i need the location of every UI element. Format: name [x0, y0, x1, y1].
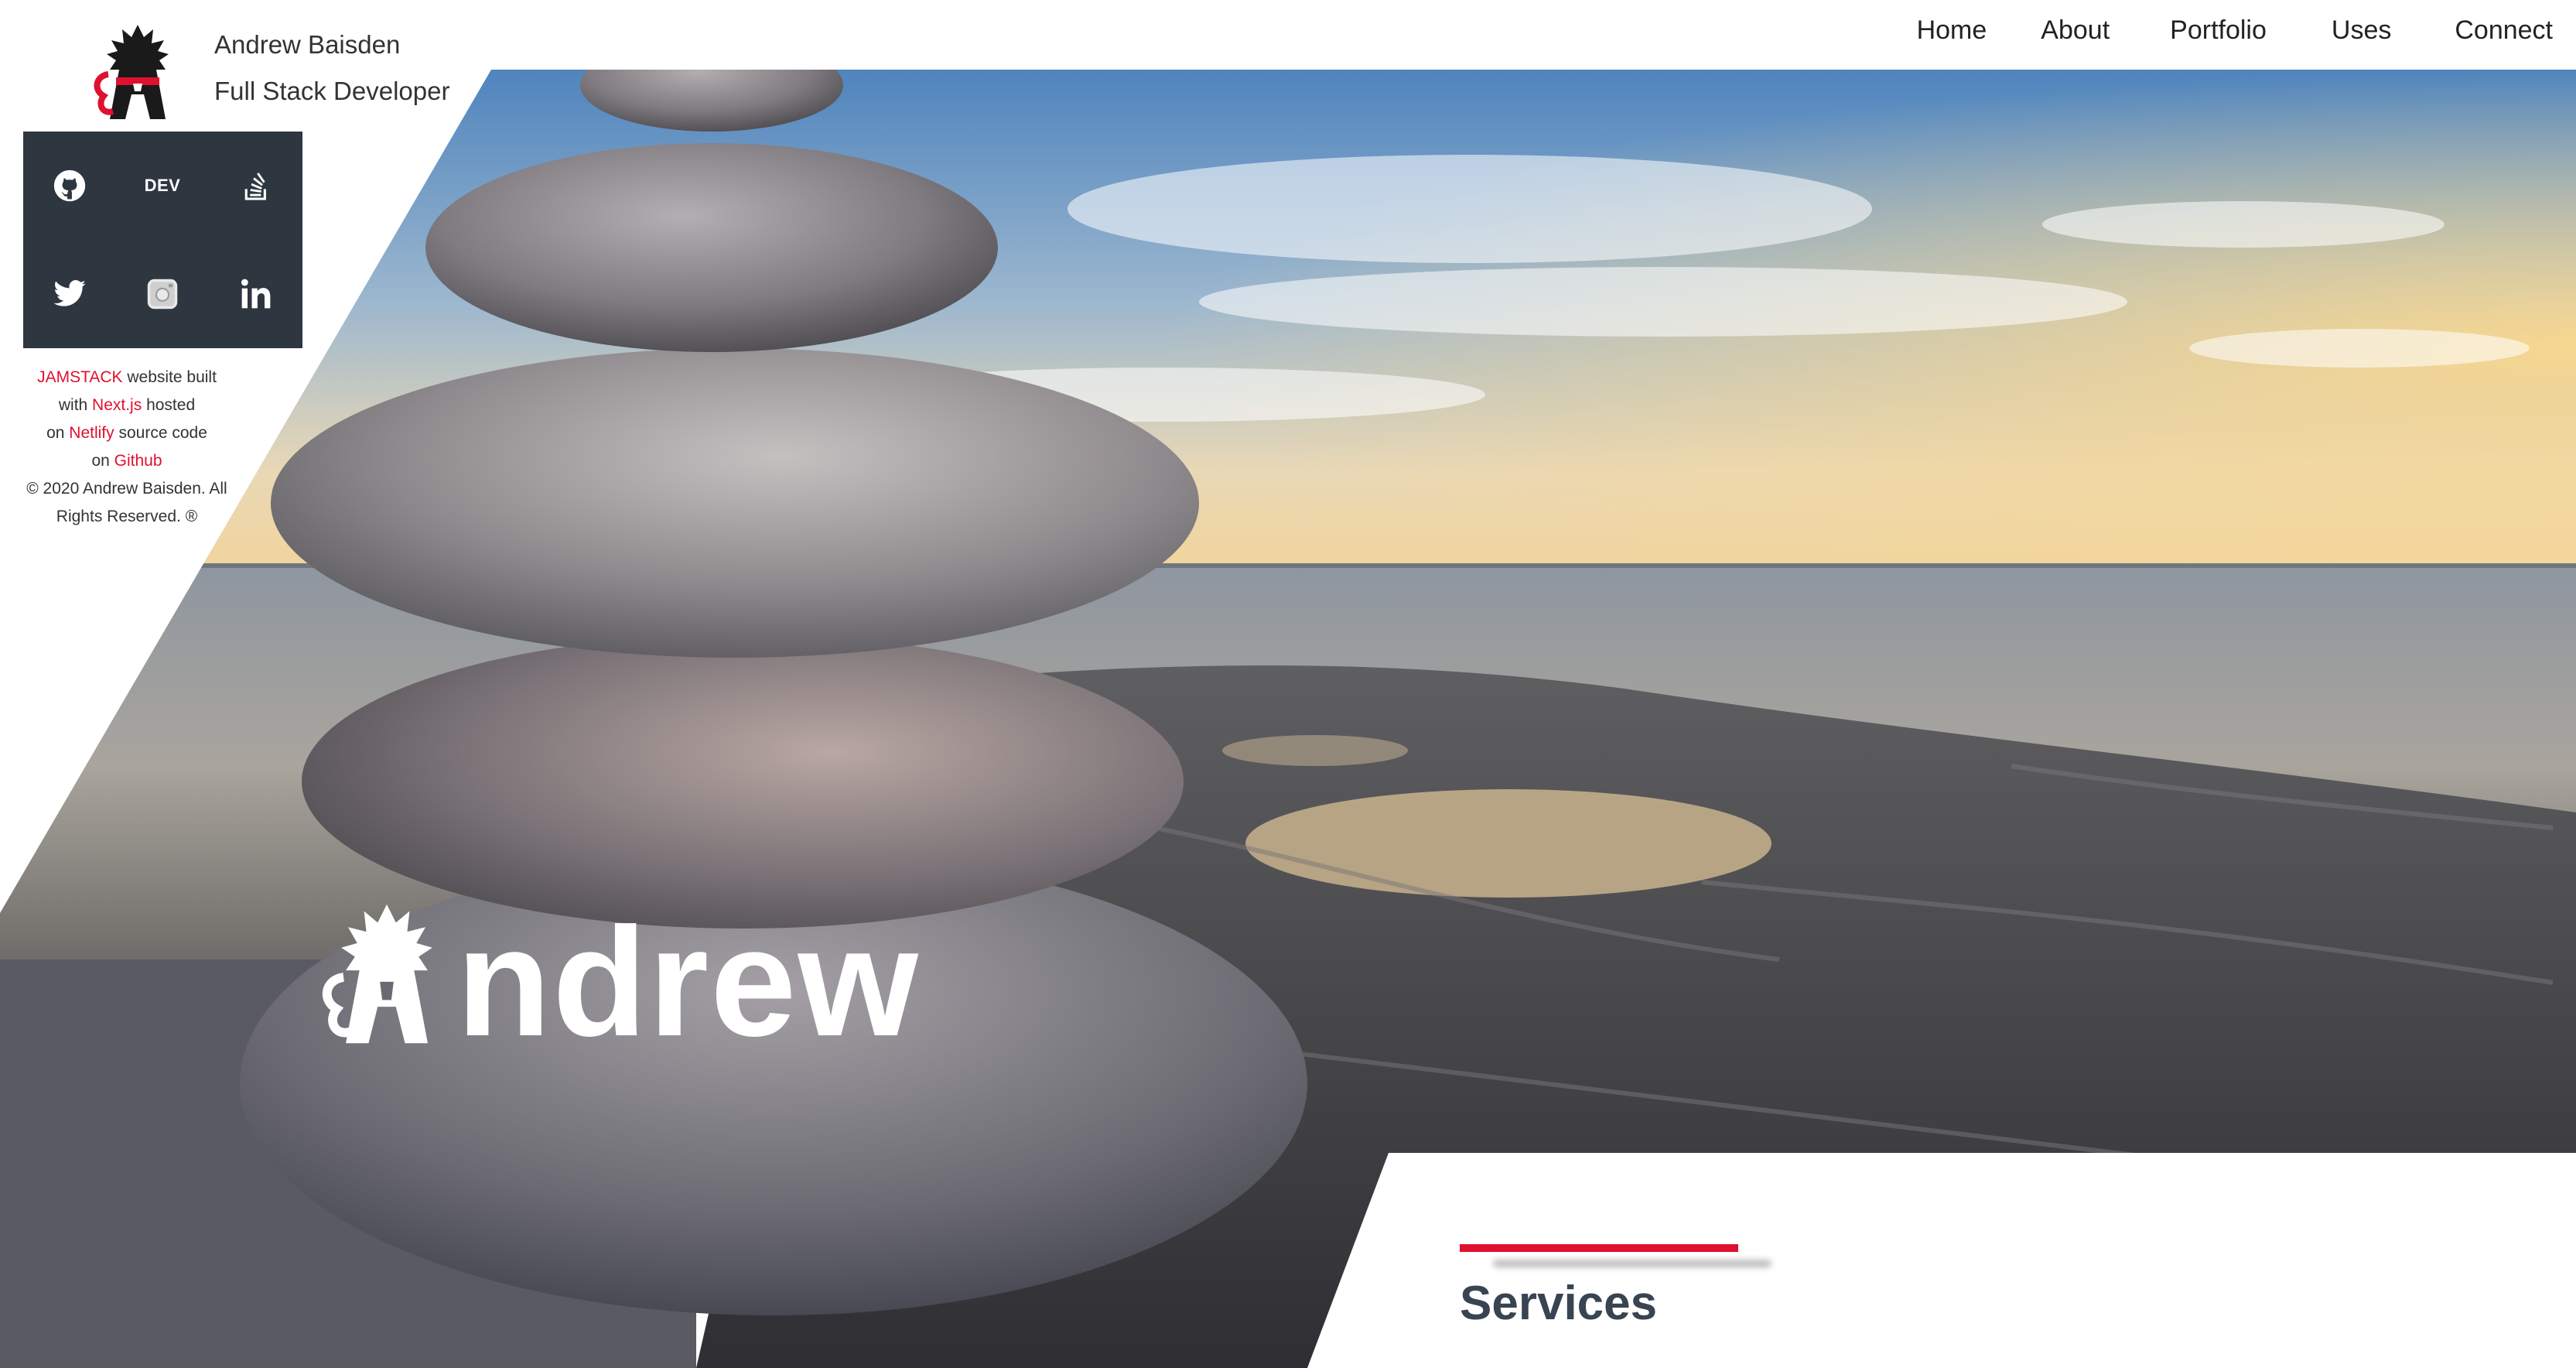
dev-icon: DEV — [144, 176, 181, 195]
linkedin-icon — [241, 279, 270, 309]
nav-portfolio[interactable]: Portfolio — [2170, 14, 2267, 46]
site-credits: JAMSTACK website built with Next.js host… — [11, 364, 243, 531]
github-icon — [53, 169, 86, 202]
nav-about[interactable]: About — [2041, 14, 2110, 46]
credits-line-1: JAMSTACK website built — [11, 364, 243, 392]
nav-connect[interactable]: Connect — [2455, 14, 2553, 46]
credits-text: on — [46, 424, 70, 442]
hero-name-text: ndrew — [456, 896, 920, 1069]
brand-title: Full Stack Developer — [214, 77, 450, 105]
stackoverflow-icon — [244, 173, 266, 200]
dev-link[interactable]: DEV — [116, 132, 209, 240]
credits-line-2: with Next.js hosted — [11, 392, 243, 419]
credits-text: source code — [114, 424, 207, 442]
andrew-a-logo-icon[interactable] — [85, 20, 190, 125]
credits-text: website built — [122, 368, 217, 386]
credits-line-3: on Netlify source code — [11, 419, 243, 447]
github-source-link[interactable]: Github — [114, 452, 162, 470]
twitter-icon — [53, 280, 86, 306]
copyright-text: © 2020 Andrew Baisden. All Rights Reserv… — [26, 480, 227, 525]
nextjs-link[interactable]: Next.js — [92, 396, 142, 414]
andrew-a-logo-icon — [322, 904, 432, 1044]
main-nav: Home About Portfolio Uses Connect — [1917, 14, 2553, 46]
services-underline-shadow — [1493, 1260, 1771, 1267]
twitter-link[interactable] — [23, 240, 116, 348]
credits-text: on — [91, 452, 114, 470]
github-link[interactable] — [23, 132, 116, 240]
services-heading: Services — [1460, 1277, 1658, 1330]
instagram-link[interactable] — [116, 240, 209, 348]
nav-uses[interactable]: Uses — [2332, 14, 2391, 46]
netlify-link[interactable]: Netlify — [69, 424, 114, 442]
page: Andrew Baisden Full Stack Developer Home… — [0, 0, 2576, 1368]
hero-image — [0, 70, 2576, 1368]
credits-text: with — [58, 396, 93, 414]
credits-line-4: on Github — [11, 447, 243, 475]
social-links-panel: DEV — [23, 132, 302, 348]
brand-name[interactable]: Andrew Baisden — [214, 28, 400, 62]
jamstack-link[interactable]: JAMSTACK — [37, 368, 122, 386]
nav-home[interactable]: Home — [1917, 14, 1987, 46]
hero-name: ndrew — [309, 882, 920, 1069]
services-accent-bar — [1460, 1244, 1738, 1252]
linkedin-link[interactable] — [209, 240, 302, 348]
credits-text: hosted — [142, 396, 196, 414]
instagram-icon — [147, 279, 178, 310]
stackoverflow-link[interactable] — [209, 132, 302, 240]
